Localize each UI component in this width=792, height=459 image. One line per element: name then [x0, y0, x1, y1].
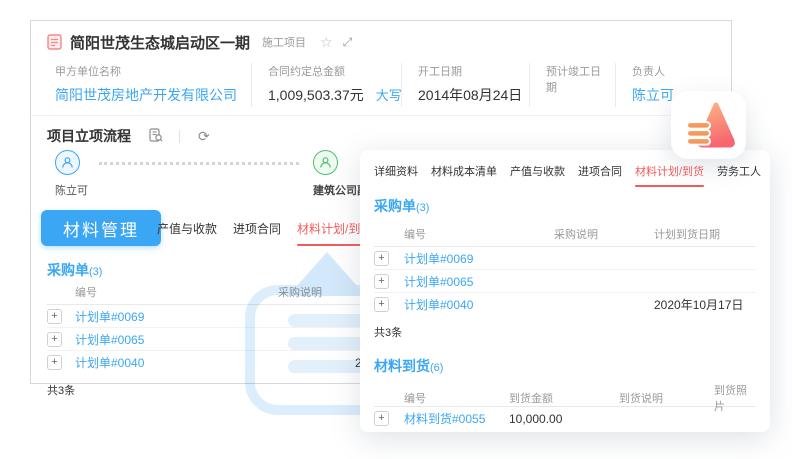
- flow-preview-icon[interactable]: [149, 128, 163, 144]
- col-header-no: 编号: [75, 284, 245, 300]
- col-header-desc: 采购说明: [245, 284, 355, 300]
- col-header-amount: 到货金额: [509, 390, 619, 406]
- field-contract-amount: 合同约定总金额 1,009,503.37元大写: [251, 63, 401, 107]
- tab-detail-info[interactable]: 详细资料: [374, 153, 418, 187]
- project-type-tag: 施工项目: [262, 34, 306, 50]
- section-title-text: 采购单: [47, 262, 89, 278]
- section-title-text: 材料到货: [374, 358, 430, 374]
- expand-row-button[interactable]: +: [47, 309, 62, 324]
- cell-amount: 10,000.00: [509, 412, 619, 426]
- row-count-footer: 共3条: [374, 316, 756, 340]
- expand-icon[interactable]: ⤢: [343, 35, 353, 50]
- plan-order-link[interactable]: 计划单#0040: [75, 354, 245, 371]
- app-logo-badge: [671, 91, 746, 159]
- table-row: + 计划单#0065: [374, 270, 756, 293]
- expand-row-button[interactable]: +: [374, 274, 389, 289]
- field-start-date: 开工日期 2014年08月24日: [401, 63, 529, 107]
- field-label: 负责人: [632, 63, 701, 79]
- spacer: [374, 340, 756, 356]
- table-row: + 计划单#0069: [374, 247, 756, 270]
- table-row: + 计划单#0040 2020年10月17日: [374, 293, 756, 316]
- section-title-text: 采购单: [374, 198, 416, 214]
- cell-date: 2020年10月17日: [654, 296, 756, 313]
- avatar: [313, 150, 338, 175]
- section-count: (3): [89, 266, 102, 278]
- project-header: 简阳世茂生态城启动区一期 施工项目 ☆ ⤢: [31, 21, 731, 53]
- col-header-no: 编号: [404, 226, 554, 242]
- party-a-link[interactable]: 简阳世茂房地产开发有限公司: [55, 85, 237, 105]
- amount-in-words-link[interactable]: 大写: [376, 88, 402, 103]
- plan-order-link[interactable]: 计划单#0069: [404, 250, 554, 267]
- expand-row-button[interactable]: +: [47, 332, 62, 347]
- contract-amount-value: 1,009,503.37元大写: [268, 85, 387, 105]
- field-party-a: 甲方单位名称 简阳世茂房地产开发有限公司: [55, 63, 251, 107]
- project-title: 简阳世茂生态城启动区一期: [70, 32, 250, 53]
- flow-node-initiator[interactable]: 陈立可: [55, 150, 315, 198]
- section-count: (6): [430, 362, 443, 374]
- plan-order-link[interactable]: 计划单#0065: [404, 273, 554, 290]
- table-header: 编号 到货金额 到货说明 到货照片: [374, 382, 756, 407]
- project-doc-icon: [47, 34, 62, 50]
- field-label: 甲方单位名称: [55, 63, 237, 79]
- refresh-icon[interactable]: ⟳: [198, 129, 210, 143]
- expand-row-button[interactable]: +: [374, 251, 389, 266]
- section-count: (3): [416, 202, 429, 214]
- tab-material-cost-list[interactable]: 材料成本清单: [431, 153, 497, 187]
- field-expected-completion: 预计竣工日期: [529, 63, 615, 107]
- flow-node-label: 陈立可: [55, 182, 315, 198]
- field-label: 预计竣工日期: [546, 63, 601, 95]
- tab-incoming-contract[interactable]: 进项合同: [233, 211, 281, 246]
- material-management-button[interactable]: 材料管理: [41, 210, 161, 246]
- expand-row-button[interactable]: +: [47, 355, 62, 370]
- col-header-photo: 到货照片: [714, 382, 756, 414]
- app-logo-icon: [683, 101, 735, 149]
- col-header-date: 计划到货日期: [654, 226, 756, 242]
- table-header: 编号 采购说明 计划到货日期: [374, 222, 756, 247]
- expand-row-button[interactable]: +: [374, 411, 389, 426]
- avatar: [55, 150, 80, 175]
- detail-overlay-panel: 详细资料 材料成本清单 产值与收款 进项合同 材料计划/到货 劳务工人 采购单(…: [360, 150, 770, 432]
- flow-title-row: 项目立项流程 ⟳: [31, 116, 731, 146]
- amount-text: 1,009,503.37元: [268, 87, 364, 103]
- field-label: 开工日期: [418, 63, 515, 79]
- arrival-section-title: 材料到货(6): [374, 356, 756, 376]
- purchase-section-title: 采购单(3): [374, 196, 756, 216]
- plan-order-link[interactable]: 计划单#0040: [404, 296, 554, 313]
- project-fields: 甲方单位名称 简阳世茂房地产开发有限公司 合同约定总金额 1,009,503.3…: [31, 53, 731, 107]
- favorite-star-icon[interactable]: ☆: [320, 34, 333, 51]
- col-header-desc: 采购说明: [554, 226, 654, 242]
- plan-order-link[interactable]: 计划单#0069: [75, 308, 245, 325]
- tab-incoming-contract[interactable]: 进项合同: [578, 153, 622, 187]
- plan-order-link[interactable]: 计划单#0065: [75, 331, 245, 348]
- col-header-no: 编号: [404, 390, 509, 406]
- table-row: + 材料到货#0055 10,000.00: [374, 407, 756, 430]
- flow-connector-dots: [99, 162, 299, 165]
- expand-row-button[interactable]: +: [374, 297, 389, 312]
- tab-output-and-collection[interactable]: 产值与收款: [510, 153, 565, 187]
- arrival-order-link[interactable]: 材料到货#0055: [404, 410, 509, 427]
- arrival-table: 编号 到货金额 到货说明 到货照片 + 材料到货#0055 10,000.00: [374, 382, 756, 430]
- start-date-value: 2014年08月24日: [418, 85, 515, 105]
- col-header-desc: 到货说明: [619, 390, 714, 406]
- tab-output-and-collection[interactable]: 产值与收款: [157, 211, 217, 246]
- flow-section-title: 项目立项流程: [47, 126, 131, 146]
- divider: [179, 130, 180, 143]
- field-label: 合同约定总金额: [268, 63, 387, 79]
- purchase-table: 编号 采购说明 计划到货日期 + 计划单#0069 + 计划单#0065 + 计…: [374, 222, 756, 316]
